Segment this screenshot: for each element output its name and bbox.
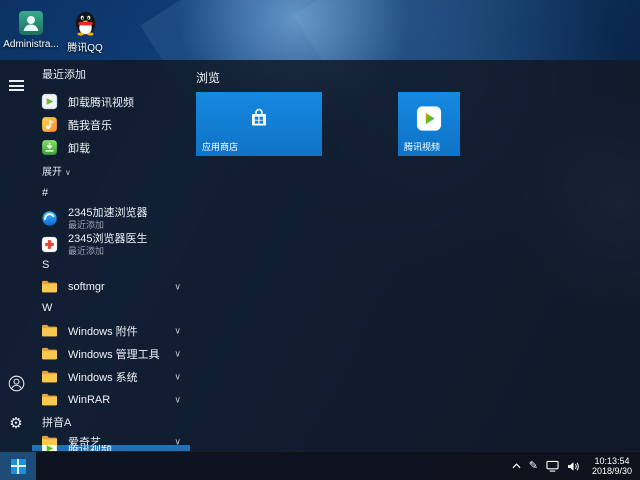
app-item-uninstall-tencent-video[interactable]: 卸载腾讯视频 (32, 90, 190, 113)
chevron-down-icon: ∨ (174, 371, 181, 382)
user-account-button[interactable] (7, 374, 25, 392)
desktop-icon-label: Administra... (3, 39, 59, 50)
section-header-hash: # (42, 187, 48, 199)
app-group-windows-system[interactable]: Windows 系统 ∨ (32, 365, 190, 388)
tile-label: 腾讯视频 (404, 140, 440, 153)
2345-doctor-icon (40, 236, 58, 254)
tile-group-label[interactable]: 浏览 (196, 69, 220, 86)
taskbar: ✎ 10:13:54 2018/9/30 (0, 451, 640, 480)
desktop: Administra... 腾讯QQ (0, 0, 640, 480)
chevron-down-icon: ∨ (65, 168, 71, 177)
app-group-label: Windows 系统 (68, 369, 138, 385)
chevron-down-icon: ∨ (174, 281, 181, 292)
hidden-icons-chevron-icon[interactable] (512, 463, 521, 469)
tile-tencent-video[interactable]: 腾讯视频 (398, 92, 460, 156)
desktop-icon-qq[interactable]: 腾讯QQ (58, 8, 112, 54)
pen-icon[interactable]: ✎ (529, 461, 538, 472)
tile-microsoft-store[interactable]: 应用商店 (196, 92, 322, 156)
tile-label: 应用商店 (202, 140, 238, 153)
app-group-windows-admin-tools[interactable]: Windows 管理工具 ∨ (32, 342, 190, 365)
administrator-folder-icon (18, 8, 44, 36)
app-group-winrar[interactable]: WinRAR ∨ (32, 388, 190, 411)
expand-button[interactable]: 展开∨ (42, 163, 71, 178)
folder-icon (40, 322, 58, 340)
app-item-label: 2345加速浏览器 (68, 207, 147, 219)
app-item-2345-browser[interactable]: 2345加速浏览器 最近添加 (32, 205, 190, 232)
folder-icon (40, 391, 58, 409)
app-group-label: WinRAR (68, 394, 110, 406)
app-item-label: 卸载 (68, 140, 90, 156)
desktop-icon-administrator[interactable]: Administra... (4, 8, 58, 50)
app-list: 最近添加 卸载腾讯视频 (32, 60, 190, 452)
recent-header: 最近添加 (42, 66, 86, 82)
tencent-video-uninstall-icon (40, 93, 58, 111)
tiles-area: 浏览 应用商店 (196, 60, 640, 452)
app-group-label: softmgr (68, 281, 105, 293)
2345-browser-icon (40, 210, 58, 228)
store-bag-icon (247, 107, 271, 136)
volume-icon[interactable] (567, 461, 580, 472)
folder-icon (40, 345, 58, 363)
section-header-s: S (42, 259, 49, 271)
app-group-windows-accessories[interactable]: Windows 附件 ∨ (32, 319, 190, 342)
clock-date: 2018/9/30 (588, 466, 636, 476)
folder-icon (40, 368, 58, 386)
desktop-icon-label: 腾讯QQ (67, 39, 103, 54)
user-icon (8, 375, 25, 392)
app-item-uninstall[interactable]: 卸载 (32, 136, 190, 159)
system-tray: ✎ 10:13:54 2018/9/30 (512, 452, 640, 480)
settings-button[interactable]: ⚙ (7, 414, 25, 432)
start-button[interactable] (0, 452, 36, 480)
app-group-label: Windows 管理工具 (68, 346, 160, 362)
app-item-subtitle: 最近添加 (68, 245, 147, 257)
start-menu-sidebar: ⚙ (0, 60, 32, 452)
folder-icon (40, 278, 58, 296)
chevron-down-icon: ∨ (174, 394, 181, 405)
app-item-label: 卸载腾讯视频 (68, 94, 134, 110)
clock-time: 10:13:54 (588, 456, 636, 466)
gear-icon: ⚙ (9, 416, 22, 431)
start-menu: ⚙ 最近添加 卸载腾讯视频 (0, 60, 640, 452)
menu-hamburger-button[interactable] (9, 80, 24, 91)
taskbar-clock[interactable]: 10:13:54 2018/9/30 (588, 456, 636, 476)
uninstall-icon (40, 139, 58, 157)
app-item-2345-doctor[interactable]: 2345浏览器医生 最近添加 (32, 231, 190, 258)
chevron-down-icon: ∨ (174, 325, 181, 336)
app-group-softmgr[interactable]: softmgr ∨ (32, 275, 190, 298)
app-item-subtitle: 最近添加 (68, 219, 147, 231)
tencent-video-play-icon (416, 106, 442, 137)
expand-label: 展开 (42, 167, 62, 178)
qq-penguin-icon (73, 8, 98, 36)
app-item-kuwo-music[interactable]: 酷我音乐 (32, 113, 190, 136)
section-header-w: W (42, 302, 52, 314)
app-group-label: Windows 附件 (68, 323, 138, 339)
chevron-down-icon: ∨ (174, 348, 181, 359)
kuwo-music-icon (40, 116, 58, 134)
app-item-label: 酷我音乐 (68, 117, 112, 133)
section-header-pinyin-a: 拼音A (42, 414, 71, 430)
network-icon[interactable] (546, 460, 559, 472)
app-item-label: 2345浏览器医生 (68, 233, 147, 245)
windows-logo-icon (11, 459, 26, 474)
